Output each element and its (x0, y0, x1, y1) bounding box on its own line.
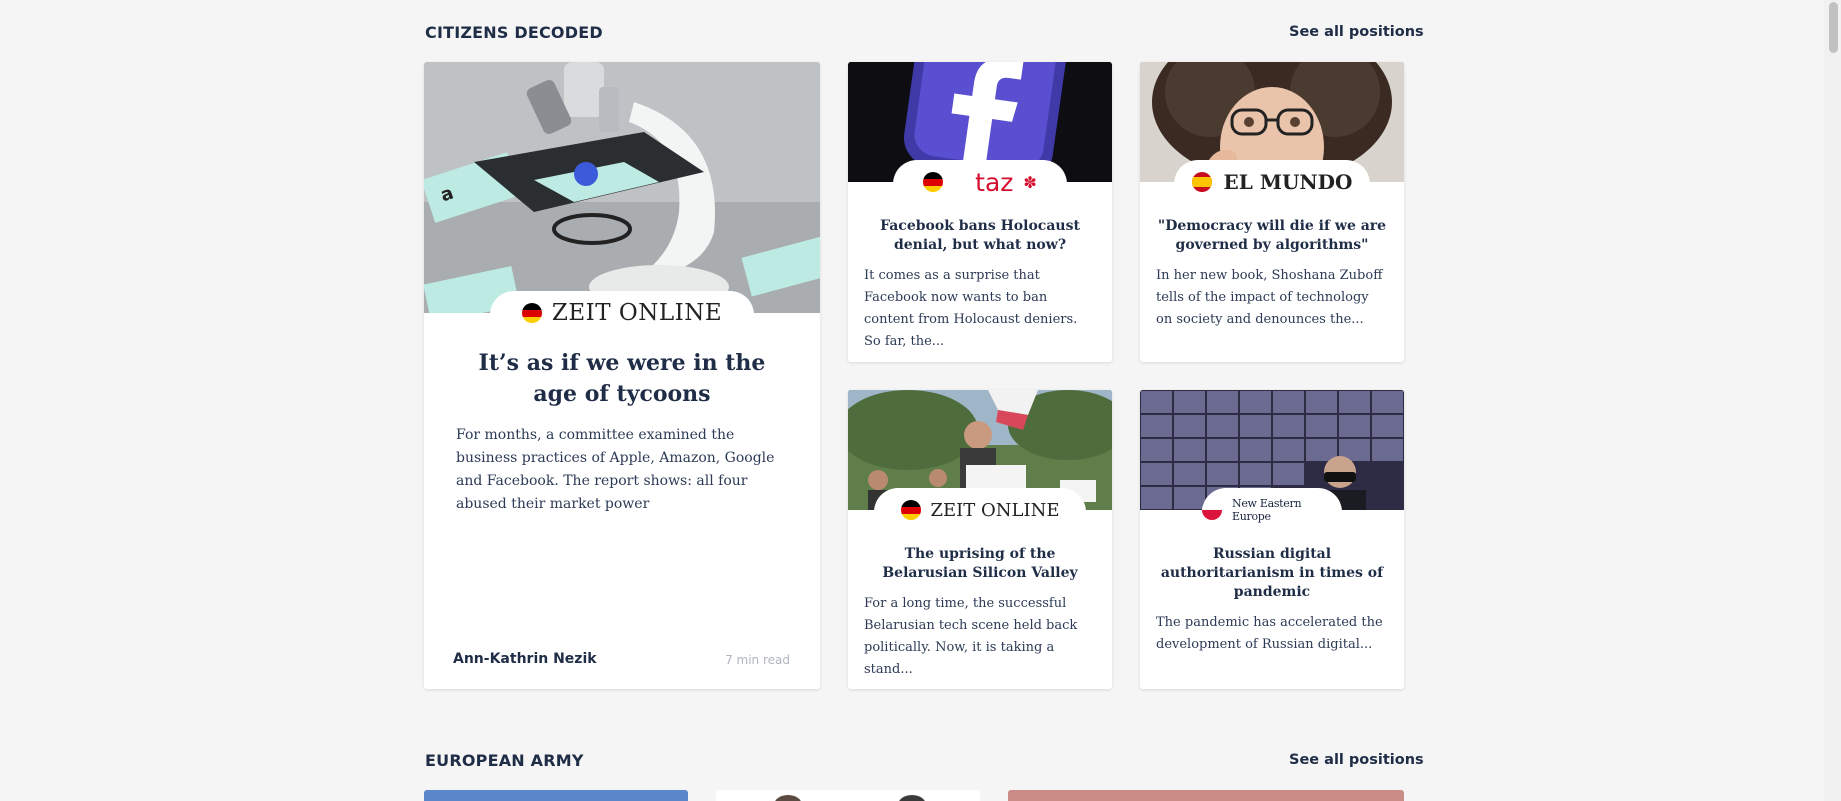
portrait-icon (775, 795, 925, 801)
taz-paw-icon: ✽ (1023, 172, 1037, 192)
zeit-online-wordmark: ZEIT ONLINE (930, 499, 1060, 521)
page-scrollbar[interactable] (1824, 0, 1841, 801)
read-time: 7 min read (725, 653, 790, 667)
featured-article-card[interactable]: a ZEIT ONLINE It’s as if we were in the … (424, 62, 820, 689)
featured-source-logo: ZEIT ONLINE (490, 291, 754, 335)
article-excerpt: In her new book, Shoshana Zuboff tells o… (1156, 268, 1383, 327)
see-all-positions-link[interactable]: See all positions (1289, 24, 1424, 40)
germany-flag-icon (923, 172, 944, 192)
featured-headline[interactable]: It’s as if we were in the age of tycoons (454, 348, 790, 410)
taz-wordmark: taz (975, 167, 1014, 197)
article-headline[interactable]: Russian digital authoritarianism in time… (1156, 545, 1388, 602)
el-mundo-wordmark: EL MUNDO (1223, 170, 1353, 194)
article-card[interactable]: New Eastern Europe Russian digital autho… (1140, 390, 1404, 689)
article-headline[interactable]: "Democracy will die if we are governed b… (1156, 217, 1388, 255)
article-excerpt: It comes as a surprise that Facebook now… (864, 268, 1078, 349)
section-title-citizens-decoded: CITIZENS DECODED (425, 23, 603, 42)
poland-flag-icon (1202, 500, 1222, 520)
section-title-european-army: EUROPEAN ARMY (425, 751, 584, 770)
microscope-icon: a (424, 62, 820, 313)
article-excerpt: For a long time, the successful Belarusi… (864, 596, 1078, 677)
article-headline[interactable]: Facebook bans Holocaust denial, but what… (864, 217, 1096, 255)
zeit-online-wordmark: ZEIT ONLINE (551, 300, 723, 326)
new-eastern-europe-wordmark: New Eastern Europe (1232, 497, 1302, 523)
article-card[interactable] (424, 790, 688, 801)
article-card[interactable]: ZEIT ONLINE The uprising of the Belarusi… (848, 390, 1112, 689)
taz-source-logo: taz ✽ (893, 160, 1067, 204)
article-card[interactable] (1008, 790, 1404, 801)
germany-flag-icon (900, 500, 921, 520)
spain-flag-icon (1191, 172, 1212, 192)
germany-flag-icon (521, 303, 542, 323)
new-eastern-europe-source-logo: New Eastern Europe (1202, 488, 1342, 532)
author-name[interactable]: Ann-Kathrin Nezik (453, 651, 597, 667)
featured-image: a (424, 62, 820, 313)
article-card[interactable]: EL MUNDO "Democracy will die if we are g… (1140, 62, 1404, 362)
see-all-positions-link[interactable]: See all positions (1289, 752, 1424, 768)
featured-excerpt: For months, a committee examined the bus… (456, 427, 775, 512)
article-excerpt: The pandemic has accelerated the develop… (1156, 615, 1383, 652)
article-card[interactable] (716, 790, 980, 801)
scrollbar-thumb[interactable] (1829, 2, 1838, 53)
article-headline[interactable]: The uprising of the Belarusian Silicon V… (864, 545, 1096, 583)
el-mundo-source-logo: EL MUNDO (1174, 160, 1370, 204)
article-card[interactable]: taz ✽ Facebook bans Holocaust denial, bu… (848, 62, 1112, 362)
zeit-online-source-logo: ZEIT ONLINE (874, 488, 1086, 532)
